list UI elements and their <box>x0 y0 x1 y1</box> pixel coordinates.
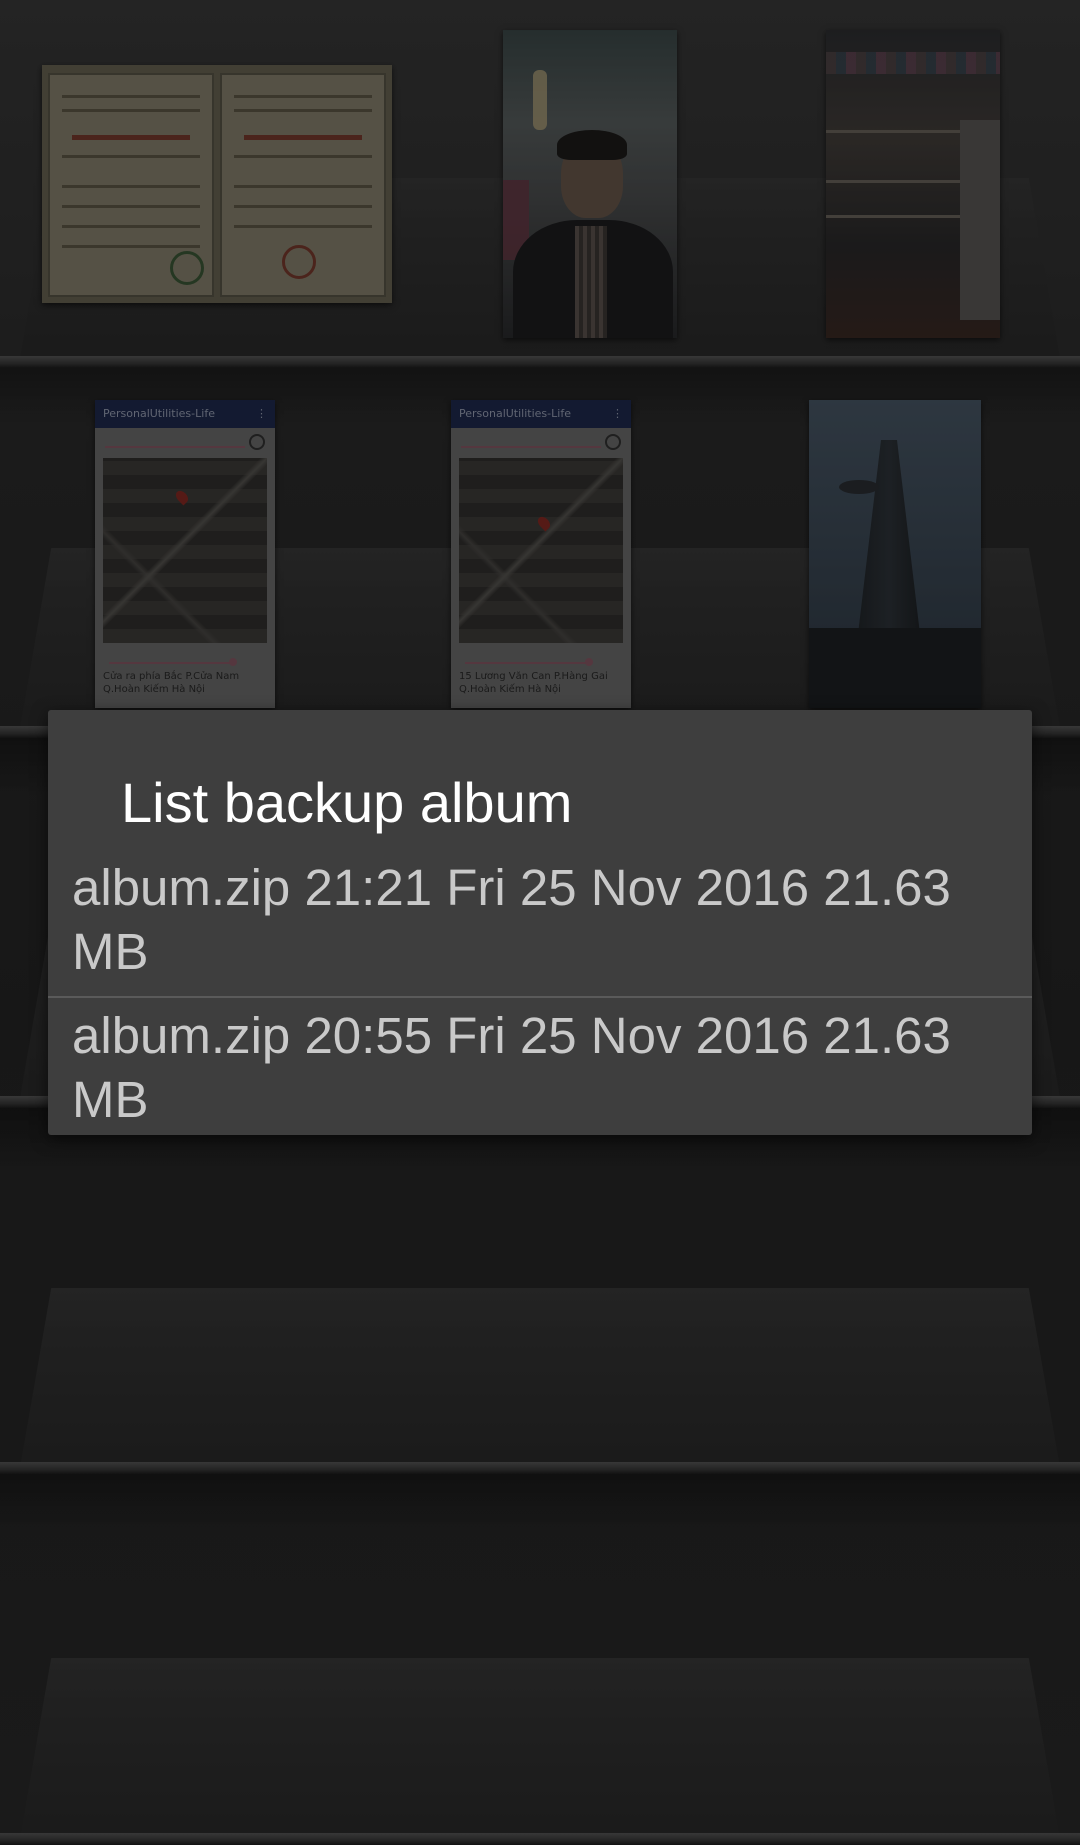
backup-album-list: album.zip 21:21 Fri 25 Nov 2016 21.63 MB… <box>48 850 1032 1135</box>
dialog-title: List backup album <box>121 771 573 834</box>
backup-album-item[interactable]: album.zip 20:55 Fri 25 Nov 2016 21.63 MB <box>48 998 1032 1135</box>
backup-album-item[interactable]: album.zip 21:21 Fri 25 Nov 2016 21.63 MB <box>48 850 1032 996</box>
backup-album-dialog: List backup album album.zip 21:21 Fri 25… <box>48 710 1032 1135</box>
